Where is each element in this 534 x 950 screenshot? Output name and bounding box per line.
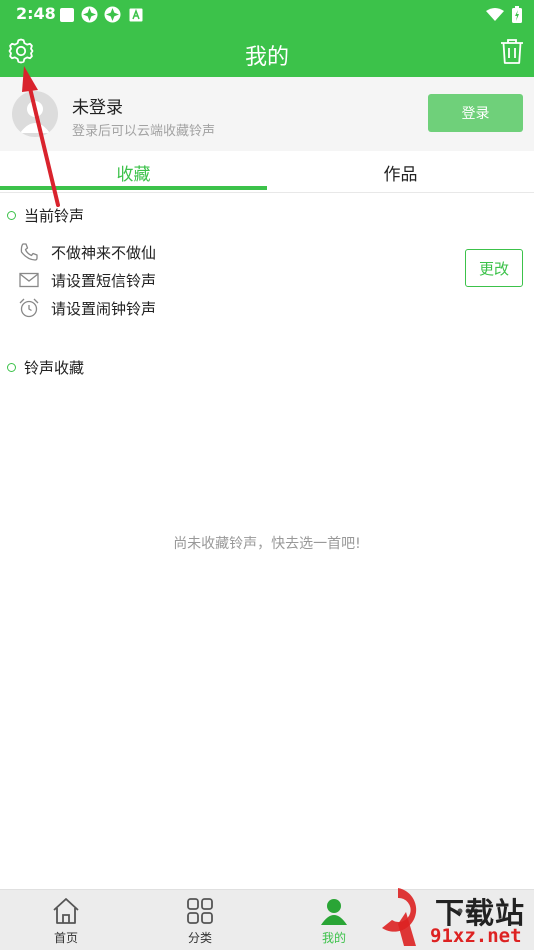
system-status-icons xyxy=(486,6,522,27)
nav-home[interactable]: 首页 xyxy=(26,896,106,948)
section-dot-icon xyxy=(7,362,16,372)
nav-category[interactable]: 分类 xyxy=(160,896,240,948)
font-notification-icon xyxy=(127,6,144,23)
change-ringtone-button[interactable]: 更改 xyxy=(465,249,523,287)
status-bar: 2:48 xyxy=(0,0,534,30)
tab-indicator xyxy=(0,186,267,190)
nav-mine-label: 我的 xyxy=(321,931,346,945)
notification-icons xyxy=(58,6,144,23)
alarm-ringtone-row[interactable]: 请设置闹钟铃声 xyxy=(18,296,156,320)
favorites-header: 铃声收藏 xyxy=(0,356,84,378)
profile-subtitle: 登录后可以云端收藏铃声 xyxy=(72,124,216,139)
nav-home-label: 首页 xyxy=(53,931,78,945)
call-ringtone-label: 不做神来不做仙 xyxy=(51,243,157,262)
wifi-icon xyxy=(486,7,504,26)
watermark-text-bottom: 91xz.net xyxy=(430,925,522,947)
trash-icon xyxy=(499,37,525,69)
profile-card: 未登录 登录后可以云端收藏铃声 登录 xyxy=(0,77,534,151)
avatar[interactable] xyxy=(12,91,58,137)
alarm-clock-icon xyxy=(18,297,40,319)
profile-name: 未登录 xyxy=(72,98,123,118)
square-notification-icon xyxy=(58,6,75,23)
battery-icon xyxy=(512,6,522,27)
nav-mine[interactable]: 我的 xyxy=(294,896,374,948)
call-ringtone-row[interactable]: 不做神来不做仙 xyxy=(18,240,156,264)
sms-ringtone-label: 请设置短信铃声 xyxy=(51,271,157,290)
app-notification-icon xyxy=(81,6,98,23)
watermark-mark-icon xyxy=(382,888,417,946)
app-notification-icon-2 xyxy=(104,6,121,23)
user-icon xyxy=(319,896,349,926)
page-title: 我的 xyxy=(244,45,289,70)
home-icon xyxy=(51,896,81,926)
header: 我的 xyxy=(0,30,534,77)
nav-category-label: 分类 xyxy=(187,931,212,945)
sms-ringtone-row[interactable]: 请设置短信铃声 xyxy=(18,268,156,292)
mail-icon xyxy=(18,269,40,291)
current-ringtone-title: 当前铃声 xyxy=(24,206,85,225)
alarm-ringtone-label: 请设置闹钟铃声 xyxy=(51,299,157,318)
tab-works[interactable]: 作品 xyxy=(267,151,534,193)
grid-icon xyxy=(185,896,215,926)
login-button[interactable]: 登录 xyxy=(428,94,523,132)
status-time: 2:48 xyxy=(16,4,56,23)
current-ringtone-header: 当前铃声 xyxy=(0,204,84,226)
section-dot-icon xyxy=(7,210,16,220)
delete-button[interactable] xyxy=(498,38,526,68)
empty-favorites-text: 尚未收藏铃声，快去选一首吧! xyxy=(173,536,361,552)
phone-icon xyxy=(18,241,40,263)
favorites-title: 铃声收藏 xyxy=(24,358,85,377)
